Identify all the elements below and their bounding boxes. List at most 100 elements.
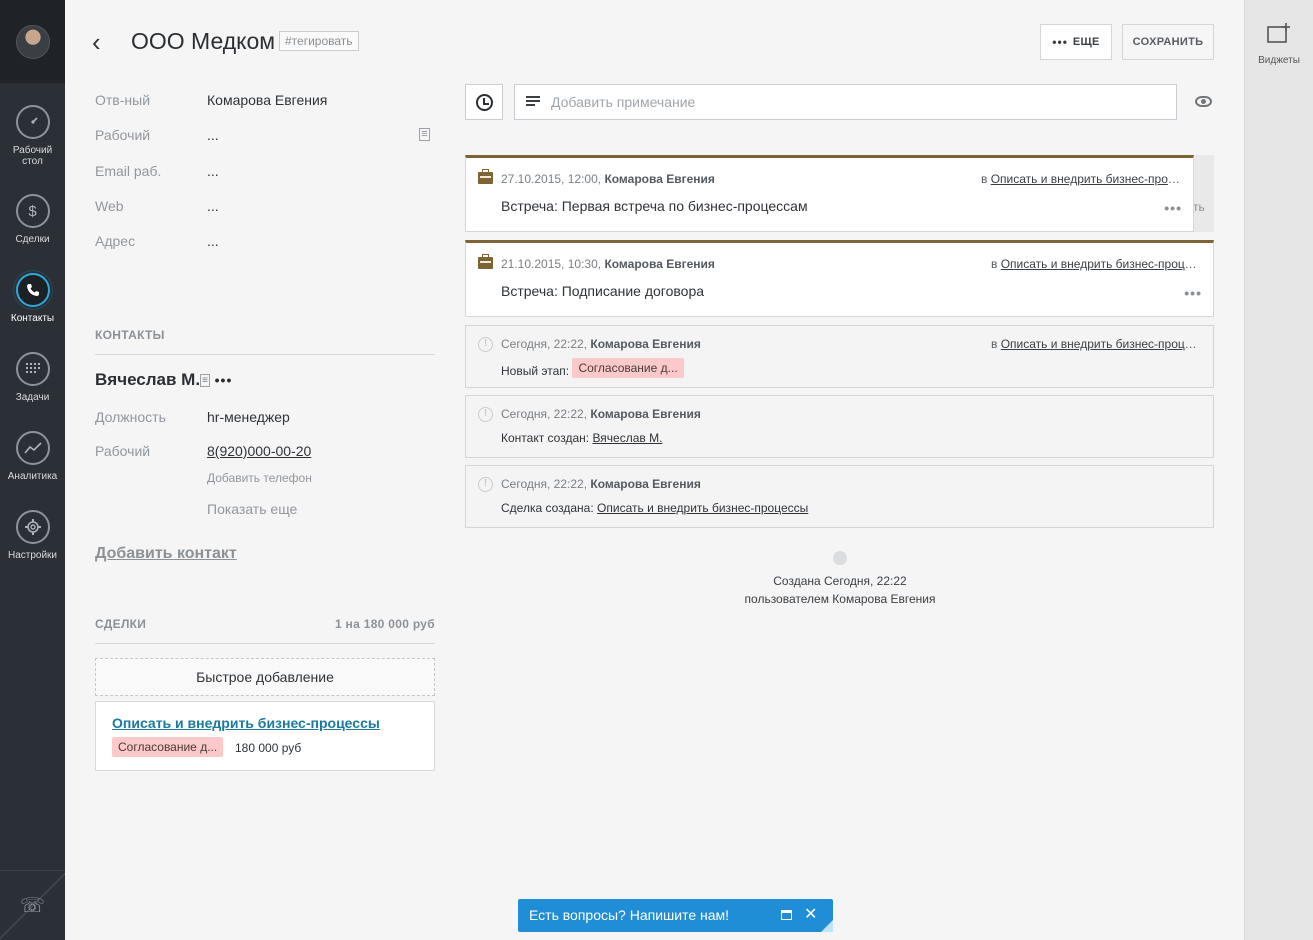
nav-item-contacts[interactable]: Контакты xyxy=(0,273,65,324)
field-value[interactable]: hr-менеджер xyxy=(207,409,290,425)
feed-item-system: ! Сегодня, 22:22, Комарова Евгения Сделк… xyxy=(465,465,1214,528)
nav-label: Задачи xyxy=(15,392,50,403)
back-arrow-icon[interactable]: ‹ xyxy=(92,29,101,55)
feed-item-system: ! Сегодня, 22:22, Комарова Евгения Конта… xyxy=(465,395,1214,458)
stacked-card-text: ть xyxy=(1193,200,1205,214)
timeline-dot xyxy=(833,551,847,565)
add-phone-link[interactable]: Добавить телефон xyxy=(207,471,312,485)
nav-label: Контакты xyxy=(10,313,55,324)
save-button[interactable]: СОХРАНИТЬ xyxy=(1122,24,1214,60)
nav-label: Рабочий стол xyxy=(12,145,53,167)
feed-in-prefix: в xyxy=(981,172,988,186)
notifications-phone-area[interactable]: ☏ xyxy=(0,870,65,940)
field-value[interactable]: ... xyxy=(207,127,219,143)
feed-author: Комарова Евгения xyxy=(604,172,715,186)
widgets-sidebar[interactable]: Виджеты xyxy=(1244,0,1313,940)
contact-card-icon[interactable]: ≡ xyxy=(419,128,430,141)
feed-text-prefix: Новый этап: xyxy=(501,364,570,378)
gear-icon xyxy=(15,510,50,544)
deal-amount: 180 000 руб xyxy=(235,741,302,755)
add-note-input[interactable] xyxy=(514,84,1177,120)
field-value[interactable]: ... xyxy=(207,198,219,214)
feed-time: 27.10.2015, 12:00, xyxy=(501,172,602,186)
contacts-heading-label: КОНТАКТЫ xyxy=(95,328,165,342)
nav-item-tasks[interactable]: Задачи xyxy=(0,352,65,403)
feed-author: Комарова Евгения xyxy=(604,257,715,271)
schedule-button[interactable] xyxy=(465,84,503,120)
support-chat-widget[interactable]: Есть вопросы? Напишите нам! ✕ xyxy=(518,899,833,932)
chart-line-icon xyxy=(15,431,50,465)
contact-name: Вячеслав М. ≡ ••• xyxy=(95,370,232,390)
feed-meta: Сегодня, 22:22, Комарова Евгения xyxy=(501,407,701,421)
briefcase-icon xyxy=(478,254,493,269)
feed-author: Комарова Евгения xyxy=(590,477,701,491)
phone-link[interactable]: 8(920)000-00-20 xyxy=(207,443,311,459)
info-icon: ! xyxy=(478,407,493,422)
stage-badge: Согласование д... xyxy=(572,358,684,378)
close-icon[interactable]: ✕ xyxy=(804,904,817,924)
maximize-icon[interactable] xyxy=(781,910,792,920)
clock-icon xyxy=(475,93,493,111)
feed-item-task[interactable]: 21.10.2015, 10:30, Комарова Евгения в Оп… xyxy=(465,240,1214,317)
field-label: Отв-ный xyxy=(95,92,151,108)
stacked-card-hint[interactable]: ть xyxy=(1192,155,1214,232)
more-button[interactable]: ••• ЕЩЕ xyxy=(1040,24,1112,60)
contact-more-icon[interactable]: ••• xyxy=(215,372,233,388)
feed-text: Сделка создана: Описать и внедрить бизне… xyxy=(501,501,808,515)
field-label: Web xyxy=(95,198,124,214)
feed-deal-ref: в Описать и внедрить бизнес-процессы xyxy=(991,337,1201,351)
feed-text: Встреча: Подписание договора xyxy=(501,283,705,299)
feed-text: Новый этап: Согласование д... xyxy=(501,358,684,381)
created-line1: Создана Сегодня, 22:22 xyxy=(773,574,907,588)
show-more-link[interactable]: Показать еще xyxy=(207,501,297,517)
avatar[interactable] xyxy=(15,24,50,59)
feed-time: 21.10.2015, 10:30, xyxy=(501,257,602,271)
feed-more-icon[interactable]: ••• xyxy=(1184,285,1202,301)
contact-name-text[interactable]: Вячеслав М. xyxy=(95,370,200,389)
contact-card-icon[interactable]: ≡ xyxy=(200,374,210,387)
page-title: ООО Медком xyxy=(131,28,276,54)
feed-meta: Сегодня, 22:22, Комарова Евгения xyxy=(501,477,701,491)
add-contact-link[interactable]: Добавить контакт xyxy=(95,545,237,563)
nav-item-deals[interactable]: $ Сделки xyxy=(0,194,65,245)
info-icon: ! xyxy=(478,477,493,492)
more-dots-icon: ••• xyxy=(1052,35,1068,49)
feed-meta: Сегодня, 22:22, Комарова Евгения xyxy=(501,337,701,351)
deal-link[interactable]: Описать и внедрить бизнес-процессы xyxy=(597,501,808,515)
eye-icon[interactable] xyxy=(1195,96,1212,107)
feed-in-prefix: в xyxy=(991,337,998,351)
contacts-heading: КОНТАКТЫ xyxy=(95,328,435,355)
avatar-area xyxy=(0,0,65,83)
left-nav: Рабочий стол $ Сделки Контакты Задачи Ан… xyxy=(0,0,65,940)
calendar-icon xyxy=(15,352,50,386)
bell-phone-icon: ☏ xyxy=(19,895,45,917)
contact-link[interactable]: Вячеслав М. xyxy=(592,431,662,445)
feed-deal-link[interactable]: Описать и внедрить бизнес-процессы xyxy=(1001,257,1201,271)
widgets-label: Виджеты xyxy=(1258,55,1300,66)
phone-icon xyxy=(15,273,50,307)
nav-item-dashboard[interactable]: Рабочий стол xyxy=(0,105,65,167)
deals-summary: 1 на 180 000 руб xyxy=(334,617,435,631)
deal-link[interactable]: Описать и внедрить бизнес-процессы xyxy=(112,715,380,731)
nav-label: Сделки xyxy=(15,234,50,245)
dashboard-gauge-icon xyxy=(15,105,50,139)
created-info: Создана Сегодня, 22:22 пользователем Ком… xyxy=(690,572,990,608)
field-label: Должность xyxy=(95,409,166,425)
tag-button[interactable]: #тегировать xyxy=(279,31,359,51)
field-value[interactable]: Комарова Евгения xyxy=(207,92,327,108)
feed-deal-link[interactable]: Описать и внедрить бизнес-процессы xyxy=(1001,337,1201,351)
feed-text-prefix: Контакт создан: xyxy=(501,431,590,445)
feed-time: Сегодня, 22:22, xyxy=(501,337,588,351)
field-value[interactable]: ... xyxy=(207,233,219,249)
quick-add-button[interactable]: Быстрое добавление xyxy=(95,658,435,696)
feed-deal-link[interactable]: Описать и внедрить бизнес-процессы xyxy=(991,172,1181,186)
feed-meta: 21.10.2015, 10:30, Комарова Евгения xyxy=(501,257,715,271)
field-value[interactable]: ... xyxy=(207,163,219,179)
field-label: Адрес xyxy=(95,233,136,249)
feed-more-icon[interactable]: ••• xyxy=(1164,200,1182,216)
nav-item-settings[interactable]: Настройки xyxy=(0,510,65,561)
feed-item-task[interactable]: 27.10.2015, 12:00, Комарова Евгения в Оп… xyxy=(465,155,1194,232)
nav-item-analytics[interactable]: Аналитика xyxy=(0,431,65,482)
feed-in-prefix: в xyxy=(991,257,998,271)
deals-heading-label: СДЕЛКИ xyxy=(95,617,147,631)
